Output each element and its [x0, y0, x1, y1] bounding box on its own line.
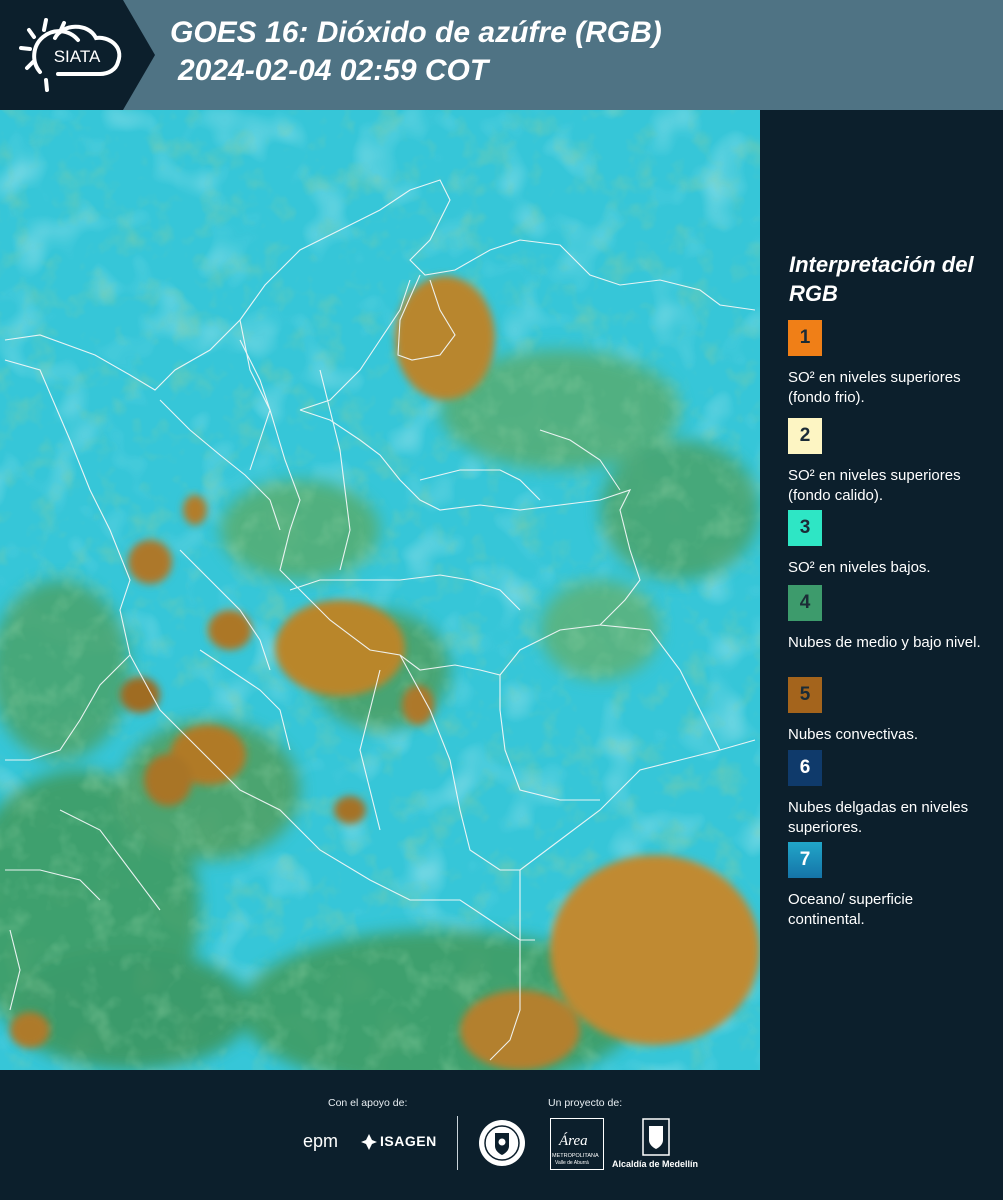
legend-swatch-3: 3 — [788, 510, 822, 546]
legend-title: Interpretación del RGB — [789, 252, 974, 306]
epm-logo: epm — [303, 1131, 339, 1151]
legend-desc-1: SO² en niveles superiores (fondo frio). — [788, 369, 961, 406]
satellite-map — [0, 110, 760, 1070]
legend-swatch-5: 5 — [788, 677, 822, 713]
project-label: Un proyecto de: — [548, 1097, 623, 1109]
page-title: GOES 16: Dióxido de azúfre (RGB) — [170, 16, 662, 49]
legend-item-2: 2 SO² en niveles superiores (fondo calid… — [788, 418, 988, 506]
legend-item-4: 4 Nubes de medio y bajo nivel. — [788, 585, 988, 653]
legend-swatch-1: 1 — [788, 320, 822, 356]
header-bar: SIATA GOES 16: Dióxido de azúfre (RGB) 2… — [0, 0, 1003, 110]
legend-item-7: 7 Oceano/ superficie continental. — [788, 842, 988, 930]
medellin-seal-icon — [477, 1118, 527, 1173]
legend-item-5: 5 Nubes convectivas. — [788, 677, 988, 745]
alcaldia-label: Alcaldía de Medellín — [612, 1159, 699, 1169]
legend-swatch-6: 6 — [788, 750, 822, 786]
legend-desc-5: Nubes convectivas. — [788, 726, 919, 743]
svg-text:SIATA: SIATA — [54, 47, 101, 66]
timestamp: 2024-02-04 02:59 COT — [178, 54, 489, 87]
legend-item-3: 3 SO² en niveles bajos. — [788, 510, 988, 578]
legend-item-6: 6 Nubes delgadas en niveles superiores. — [788, 750, 988, 838]
isagen-logo: ISAGEN — [380, 1133, 437, 1149]
legend-desc-6: Nubes delgadas en niveles superiores. — [788, 799, 969, 836]
alcaldia-shield-icon — [642, 1118, 670, 1161]
footer-divider — [457, 1116, 458, 1170]
footer: Con el apoyo de: Un proyecto de: epm ISA… — [0, 1070, 1003, 1200]
legend-item-1: 1 SO² en niveles superiores (fondo frio)… — [788, 320, 988, 408]
isagen-icon — [360, 1133, 378, 1156]
legend-desc-3: SO² en niveles bajos. — [788, 559, 931, 576]
legend-desc-4: Nubes de medio y bajo nivel. — [788, 634, 981, 651]
legend-panel: Interpretación del RGB 1 SO² en niveles … — [760, 110, 1003, 1070]
legend-swatch-2: 2 — [788, 418, 822, 454]
legend-desc-2: SO² en niveles superiores (fondo calido)… — [788, 467, 961, 504]
legend-swatch-4: 4 — [788, 585, 822, 621]
legend-swatch-7: 7 — [788, 842, 822, 878]
support-label: Con el apoyo de: — [328, 1097, 408, 1109]
area-metropolitana-logo: Área METROPOLITANA Valle de Aburrá — [550, 1118, 604, 1170]
siata-logo: SIATA — [0, 0, 155, 110]
legend-desc-7: Oceano/ superficie continental. — [788, 891, 914, 928]
